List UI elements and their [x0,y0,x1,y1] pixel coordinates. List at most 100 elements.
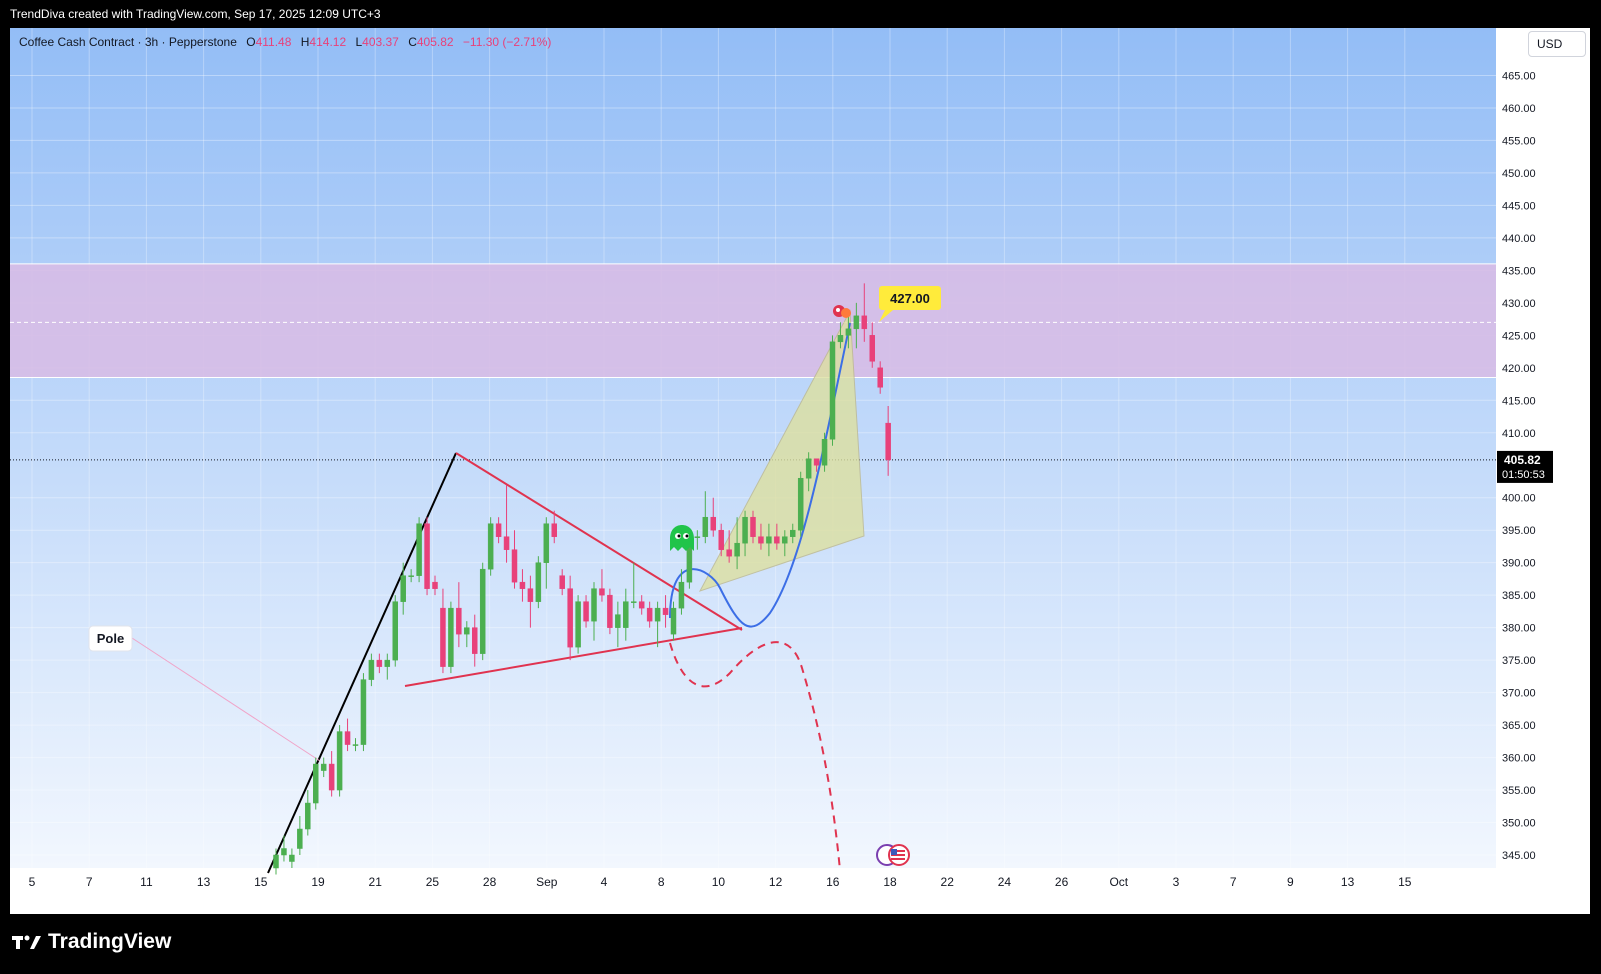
currency-selector[interactable]: USD [1528,31,1586,57]
candle-body [472,627,478,654]
candle-body [527,588,534,602]
price-tick-label: 360.00 [1502,753,1536,765]
price-chart[interactable]: 465.00 460.00 455.00 450.00 445.00 440.00 435.… [10,28,1590,914]
candle-body [829,341,836,440]
price-tick-label: 390.00 [1502,558,1536,570]
candle-body [384,659,391,667]
economic-event-flags-icon[interactable] [876,844,910,866]
candle-body [750,516,756,537]
candle-body [289,854,295,862]
time-tick-label: 25 [426,875,440,889]
candle-body [336,731,343,791]
time-tick-label: Oct [1109,875,1128,889]
low-value: 403.37 [362,35,399,49]
time-axis-background [10,868,1496,914]
candle-body [790,529,796,537]
bar-countdown: 01:50:53 [1502,469,1545,481]
time-tick-label: 10 [712,875,726,889]
candle-body [456,607,462,635]
candle-body [678,581,685,609]
candle-body [591,588,597,622]
price-tick-label: 380.00 [1502,623,1536,635]
candle-body [758,536,764,544]
candle-body [845,328,852,336]
candle-body [694,536,701,538]
candle-body [440,607,446,667]
candle-body [742,516,748,544]
candle-body [328,763,335,791]
candle-body [718,529,724,550]
candle-body [320,763,327,771]
ohlc-legend: Coffee Cash Contract · 3h · Pepperstone … [19,35,551,49]
time-tick-label: 8 [658,875,665,889]
price-tick-label: 410.00 [1502,428,1536,440]
candle-body [448,607,454,667]
time-tick-label: 15 [1398,875,1412,889]
candle-body [487,523,494,570]
candle-body [583,601,589,622]
price-tick-label: 460.00 [1502,103,1536,115]
symbol-name[interactable]: Coffee Cash Contract · 3h · Pepperstone [19,35,237,49]
currency-label: USD [1537,37,1563,51]
candle-body [631,601,637,603]
time-tick-label: 16 [826,875,840,889]
candle-body [273,854,279,869]
price-tick-label: 425.00 [1502,330,1536,342]
candle-body [464,627,470,635]
time-tick-label: 11 [140,875,153,889]
candle-body [479,568,486,654]
candle-body [607,594,613,628]
time-tick-label: 7 [1230,875,1237,889]
candle-body [599,588,605,596]
time-tick-label: Sep [536,875,558,889]
pole-label[interactable]: Pole [88,625,133,652]
candle-body [797,477,804,531]
candle-body [805,458,812,479]
candle-body [352,744,359,746]
price-tick-label: 400.00 [1502,493,1536,505]
candle-body [424,523,430,589]
time-tick-label: 5 [29,875,36,889]
change-value: −11.30 (−2.71%) [462,35,552,49]
candle-body [567,588,573,648]
time-tick-label: 19 [311,875,325,889]
price-tick-label: 430.00 [1502,298,1536,310]
price-tick-label: 445.00 [1502,200,1536,212]
candle-body [503,536,510,550]
candle-body [813,458,820,466]
price-tick-label: 345.00 [1502,850,1536,862]
price-tick-label: 415.00 [1502,395,1536,407]
candle-body [432,581,438,589]
candle-body [313,763,319,804]
price-tick-label: 450.00 [1502,168,1536,180]
tradingview-brand[interactable]: TradingView [12,930,171,954]
price-tick-label: 350.00 [1502,818,1536,830]
price-tick-label: 465.00 [1502,70,1536,82]
candle-body [408,575,414,577]
time-tick-label: 3 [1173,875,1180,889]
candle-body [821,439,828,466]
candle-body [710,516,716,531]
price-tick-label: 435.00 [1502,265,1536,277]
pole-label-text: Pole [97,631,124,646]
candle-body [360,679,367,745]
candle-body [535,562,542,602]
price-tick-label: 370.00 [1502,688,1536,700]
candle-body [782,536,788,544]
candle-body [400,575,406,602]
tradingview-logo-icon [12,935,41,949]
price-tick-label: 455.00 [1502,135,1536,147]
price-tick-label: 365.00 [1502,720,1536,732]
candle-body [551,523,557,537]
candle-body [543,523,550,563]
time-tick-label: 7 [86,875,93,889]
time-tick-label: 9 [1287,875,1294,889]
candle-body [654,607,661,622]
time-tick-label: 13 [1341,875,1355,889]
candle-body [702,516,709,537]
candle-body [559,575,565,589]
candle-body [376,659,383,667]
close-label: C [408,35,417,49]
credit-bar: TrendDiva created with TradingView.com, … [0,0,1601,28]
close-value: 405.82 [416,35,454,49]
